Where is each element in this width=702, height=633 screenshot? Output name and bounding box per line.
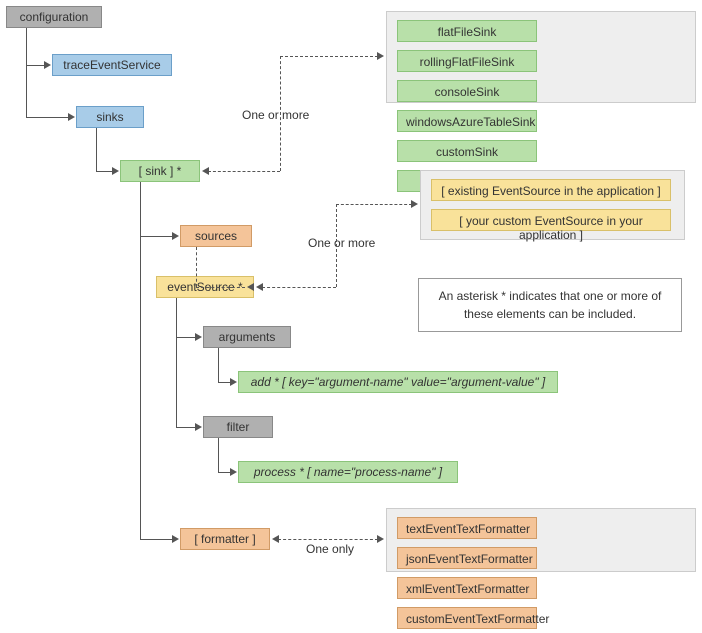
label-one-or-more-sink: One or more: [242, 108, 309, 122]
sinktype-flatFileSink: flatFileSink: [397, 20, 537, 42]
panel-event-sources: [ existing EventSource in the applicatio…: [420, 170, 685, 240]
node-sink: [ sink ] *: [120, 160, 200, 182]
formatter-custom: customEventTextFormatter: [397, 607, 537, 629]
eventsource-custom: [ your custom EventSource in your applic…: [431, 209, 671, 231]
formatter-json: jsonEventTextFormatter: [397, 547, 537, 569]
node-traceEventService: traceEventService: [52, 54, 172, 76]
node-add: add * [ key="argument-name" value="argum…: [238, 371, 558, 393]
eventsource-existing: [ existing EventSource in the applicatio…: [431, 179, 671, 201]
panel-formatters: textEventTextFormatter jsonEventTextForm…: [386, 508, 696, 572]
label-one-or-more-es: One or more: [308, 236, 375, 250]
node-process: process * [ name="process-name" ]: [238, 461, 458, 483]
node-sinks: sinks: [76, 106, 144, 128]
label-one-only: One only: [306, 542, 354, 556]
note-box: An asterisk * indicates that one or more…: [418, 278, 682, 332]
node-formatter: [ formatter ]: [180, 528, 270, 550]
node-sources: sources: [180, 225, 252, 247]
sinktype-windowsAzureTableSink: windowsAzureTableSink: [397, 110, 537, 132]
node-configuration: configuration: [6, 6, 102, 28]
sinktype-consoleSink: consoleSink: [397, 80, 537, 102]
formatter-xml: xmlEventTextFormatter: [397, 577, 537, 599]
node-filter: filter: [203, 416, 273, 438]
sinktype-customSink: customSink: [397, 140, 537, 162]
formatter-text: textEventTextFormatter: [397, 517, 537, 539]
node-arguments: arguments: [203, 326, 291, 348]
panel-sink-types: flatFileSink rollingFlatFileSink console…: [386, 11, 696, 103]
sinktype-rollingFlatFileSink: rollingFlatFileSink: [397, 50, 537, 72]
